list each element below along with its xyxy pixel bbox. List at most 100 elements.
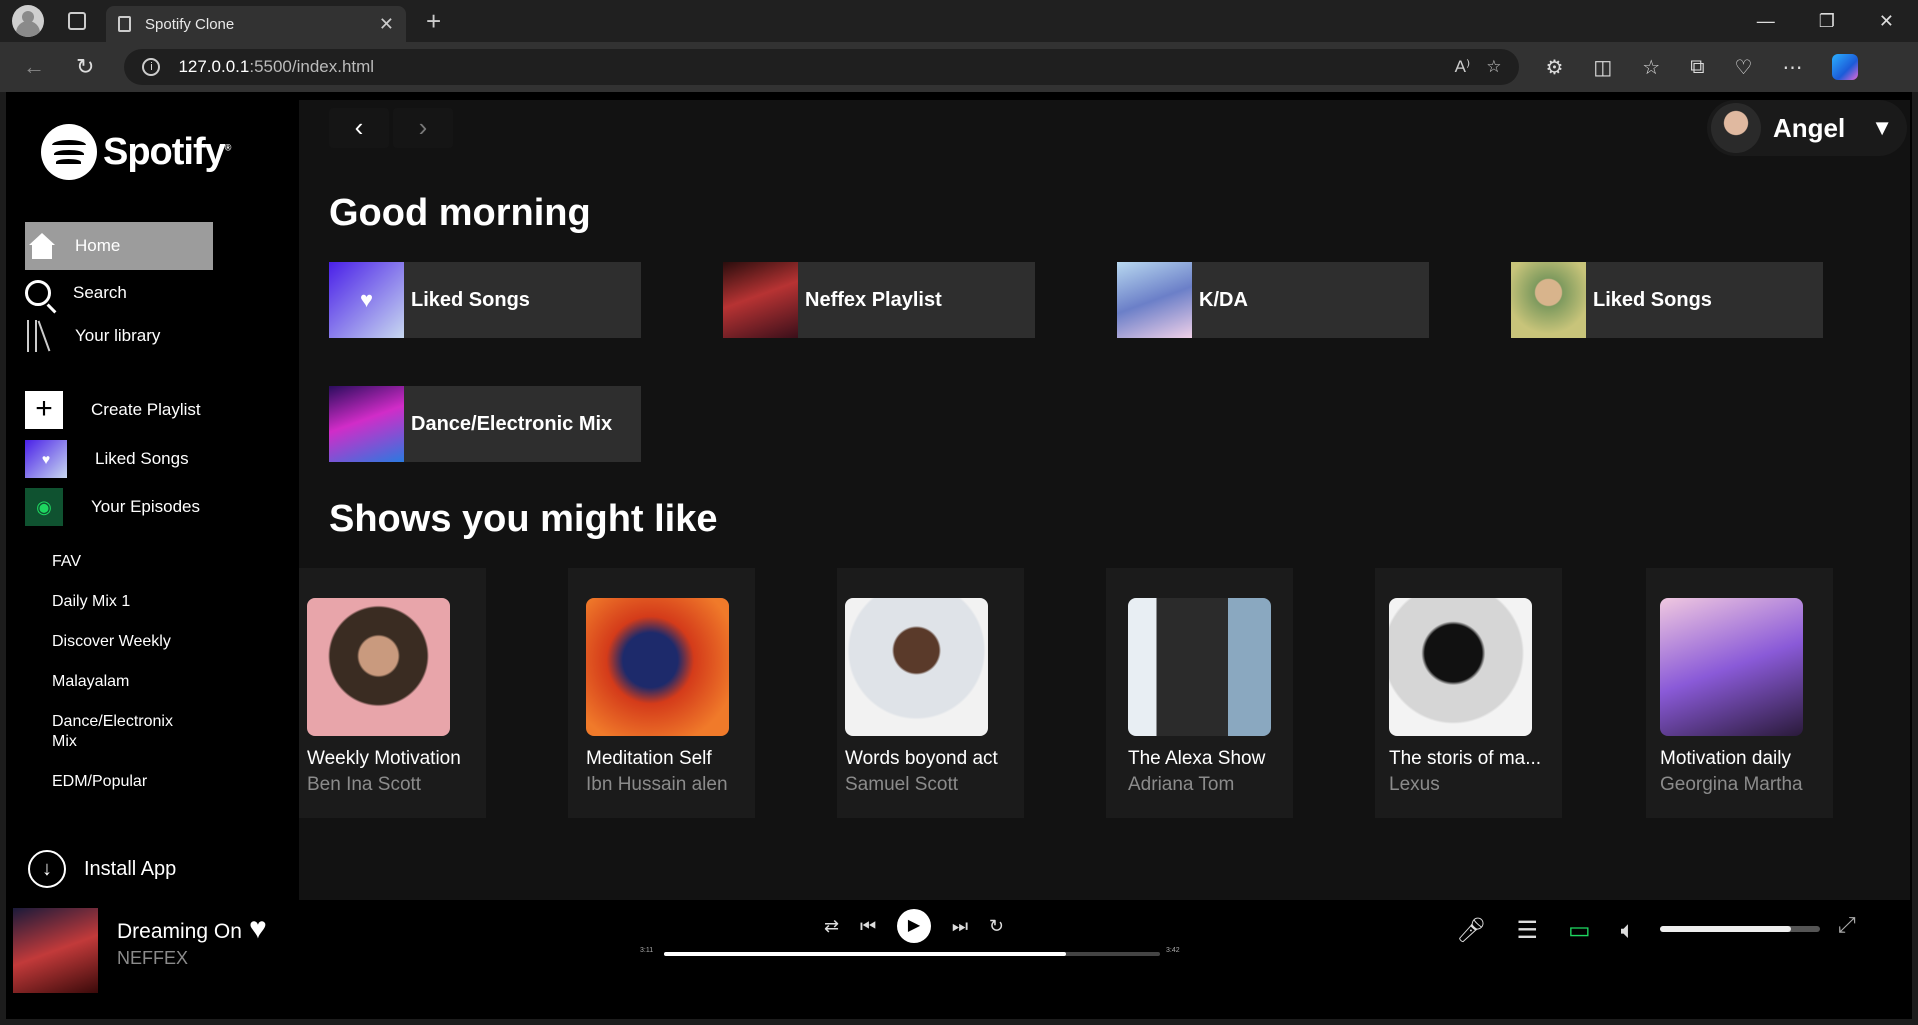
browser-address-bar: ← ↻ i 127.0.0.1:5500/index.html A⁾ ☆ ⚙ ◫… [0, 42, 1918, 92]
show-card[interactable]: Weekly Motivation Ben Ina Scott [299, 568, 486, 818]
show-title: Motivation daily [1660, 748, 1791, 769]
show-card[interactable]: The Alexa Show Adriana Tom [1106, 568, 1293, 818]
show-cover [1389, 598, 1532, 736]
previous-icon[interactable]: ⏮ [860, 916, 876, 937]
page-icon [118, 16, 131, 32]
heart-icon: ♥ [25, 440, 67, 478]
library-icon [25, 320, 53, 352]
more-menu-icon[interactable]: ⋯ [1782, 55, 1802, 80]
read-aloud-icon[interactable]: A⁾ [1455, 57, 1471, 77]
close-window-button[interactable]: ✕ [1879, 11, 1894, 32]
progress-bar[interactable] [664, 952, 1160, 956]
show-title: The Alexa Show [1128, 748, 1266, 769]
show-card[interactable]: The storis of ma... Lexus [1375, 568, 1562, 818]
lyrics-mic-icon[interactable]: 🎤︎ [1456, 916, 1486, 945]
tab-actions-icon[interactable] [68, 12, 86, 30]
show-card[interactable]: Meditation Self Ibn Hussain alen [568, 568, 755, 818]
url-input[interactable]: i 127.0.0.1:5500/index.html A⁾ ☆ [124, 49, 1520, 85]
playlist-item[interactable]: FAV [52, 552, 252, 572]
playback-controls: ⇄ ⏮ ▶ ⏭ ↻ [824, 908, 1004, 944]
quick-card-dance-mix[interactable]: Dance/Electronic Mix [329, 386, 641, 462]
playlist-item[interactable]: EDM/Popular [52, 772, 252, 792]
volume-icon[interactable]: 🔈︎ [1621, 917, 1635, 945]
quick-card-neffex-playlist[interactable]: Neffex Playlist [723, 262, 1035, 338]
show-author: Samuel Scott [845, 774, 958, 795]
volume-slider[interactable] [1660, 926, 1820, 932]
show-card[interactable]: Motivation daily Georgina Martha [1646, 568, 1833, 818]
quick-card-label: Dance/Electronic Mix [411, 412, 613, 435]
podcast-icon: ◉ [25, 488, 63, 526]
now-playing-artist[interactable]: NEFFEX [117, 948, 188, 969]
play-button[interactable]: ▶ [896, 909, 931, 943]
connect-device-icon[interactable]: ▭ [1568, 916, 1591, 945]
nav-search-label: Search [73, 283, 127, 302]
user-menu[interactable]: Angel ▼ [1707, 100, 1907, 156]
back-icon[interactable]: ← [22, 54, 46, 80]
create-playlist-button[interactable]: + Create Playlist [25, 391, 201, 429]
user-name: Angel [1773, 112, 1846, 143]
copilot-icon[interactable] [1832, 54, 1859, 80]
playlist-item[interactable]: Discover Weekly [52, 632, 252, 652]
show-author: Adriana Tom [1128, 774, 1235, 795]
extensions-icon[interactable]: ⚙ [1545, 55, 1563, 80]
home-icon [29, 233, 55, 259]
total-time: 3:42 [1166, 947, 1180, 954]
next-icon[interactable]: ⏭ [952, 916, 968, 937]
fullscreen-icon[interactable]: ⤢ [1838, 912, 1856, 938]
site-info-icon[interactable]: i [142, 58, 161, 76]
shuffle-icon[interactable]: ⇄ [824, 916, 839, 937]
like-heart-icon[interactable]: ♥ [249, 912, 267, 946]
playlist-item[interactable]: Daily Mix 1 [52, 592, 252, 612]
repeat-icon[interactable]: ↻ [989, 916, 1004, 937]
nav-home[interactable]: Home [25, 222, 213, 270]
download-icon: ↓ [28, 850, 66, 888]
playlist-item[interactable]: Malayalam [52, 672, 252, 692]
show-title: The storis of ma... [1389, 748, 1542, 769]
volume-fill [1660, 926, 1792, 932]
install-app-label: Install App [84, 857, 177, 880]
tab-title: Spotify Clone [145, 15, 235, 33]
heart-icon: ♥ [329, 262, 404, 338]
favorites-icon[interactable]: ☆ [1642, 55, 1660, 80]
browser-essentials-icon[interactable]: ♡ [1735, 55, 1753, 80]
new-tab-button[interactable]: + [426, 6, 441, 37]
browser-tab[interactable]: Spotify Clone ✕ [106, 6, 406, 42]
quick-card-liked-songs-2[interactable]: Liked Songs [1511, 262, 1823, 338]
now-playing-cover[interactable] [13, 908, 98, 993]
browser-profile-icon[interactable] [12, 5, 44, 37]
refresh-icon[interactable]: ↻ [76, 54, 94, 80]
current-time: 3:11 [640, 947, 654, 954]
queue-icon[interactable]: ☰ [1516, 916, 1538, 945]
show-author: Lexus [1389, 774, 1440, 795]
spotify-app: Spotify® Home Search Your library + Crea… [6, 92, 1912, 1019]
nav-library-label: Your library [75, 326, 161, 345]
nav-library[interactable]: Your library [25, 320, 160, 352]
install-app-button[interactable]: ↓ Install App [28, 850, 176, 888]
restore-button[interactable]: ❐ [1819, 11, 1835, 32]
your-episodes-button[interactable]: ◉ Your Episodes [25, 488, 200, 526]
show-cover [1128, 598, 1271, 736]
quick-card-kda[interactable]: K/DA [1117, 262, 1429, 338]
nav-search[interactable]: Search [25, 280, 127, 306]
playlist-item[interactable]: Dance/Electronix Mix [52, 712, 202, 752]
minimize-button[interactable]: — [1757, 11, 1775, 32]
close-tab-icon[interactable]: ✕ [379, 14, 394, 35]
collections-icon[interactable]: ⧉ [1690, 56, 1704, 79]
url-path: :5500/index.html [249, 57, 375, 76]
spotify-logo[interactable]: Spotify® [41, 124, 231, 180]
greeting-heading: Good morning [329, 192, 591, 234]
browser-tab-bar: Spotify Clone ✕ + — ❐ ✕ [0, 0, 1918, 42]
progress-fill [664, 952, 1066, 956]
caret-down-icon: ▼ [1871, 115, 1894, 140]
liked-songs-button[interactable]: ♥ Liked Songs [25, 440, 189, 478]
show-card[interactable]: Words boyond act Samuel Scott [837, 568, 1024, 818]
url-text: 127.0.0.1:5500/index.html [178, 57, 1438, 77]
forward-arrow-button[interactable]: › [393, 108, 453, 148]
show-title: Weekly Motivation [307, 748, 461, 769]
split-screen-icon[interactable]: ◫ [1593, 55, 1612, 80]
now-playing-title[interactable]: Dreaming On [117, 920, 242, 944]
nav-home-label: Home [75, 236, 121, 255]
quick-card-liked-songs[interactable]: ♥ Liked Songs [329, 262, 641, 338]
favorite-star-icon[interactable]: ☆ [1486, 57, 1501, 77]
back-arrow-button[interactable]: ‹ [329, 108, 389, 148]
